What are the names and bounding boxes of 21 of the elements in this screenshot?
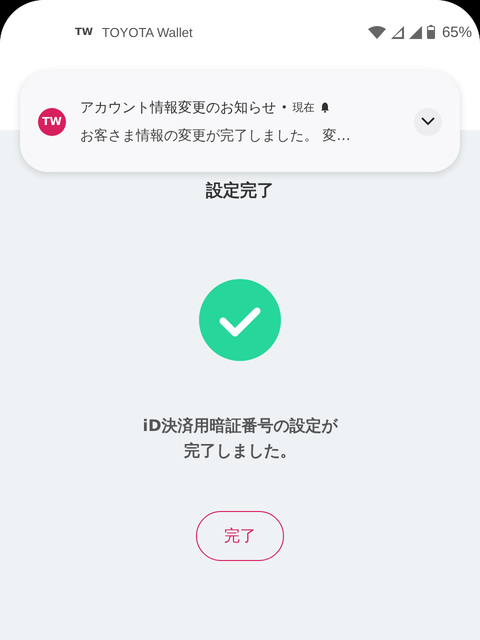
separator-dot: • [281,101,288,114]
notification-message: お客さま情報の変更が完了しました。 変… [80,126,352,144]
chevron-icon [421,117,435,126]
bell-icon [320,102,330,113]
notification-card[interactable]: TW アカウント情報変更のお知らせ • 現在 お客さま情報の変更が完了しました。 変… [20,71,460,172]
signal-icon [390,26,404,38]
battery-percent: 65% [442,24,472,40]
battery-icon [426,25,435,39]
done-button[interactable]: 完了 [196,511,284,561]
app-badge: TW [38,108,66,136]
app-mark: TW [75,26,93,38]
app-name: TOYOTA Wallet [102,24,193,40]
notification-title: アカウント情報変更のお知らせ [80,98,276,116]
notification-time: 現在 [292,100,314,115]
check-icon [199,279,281,361]
screen-title: 設定完了 [206,180,274,202]
signal-icon [408,26,422,38]
completion-message: 完了しました。 [182,440,297,462]
wifi-icon [368,26,386,38]
expand-button[interactable] [414,108,442,136]
completion-message: iD決済用暗証番号の設定が [142,415,338,437]
